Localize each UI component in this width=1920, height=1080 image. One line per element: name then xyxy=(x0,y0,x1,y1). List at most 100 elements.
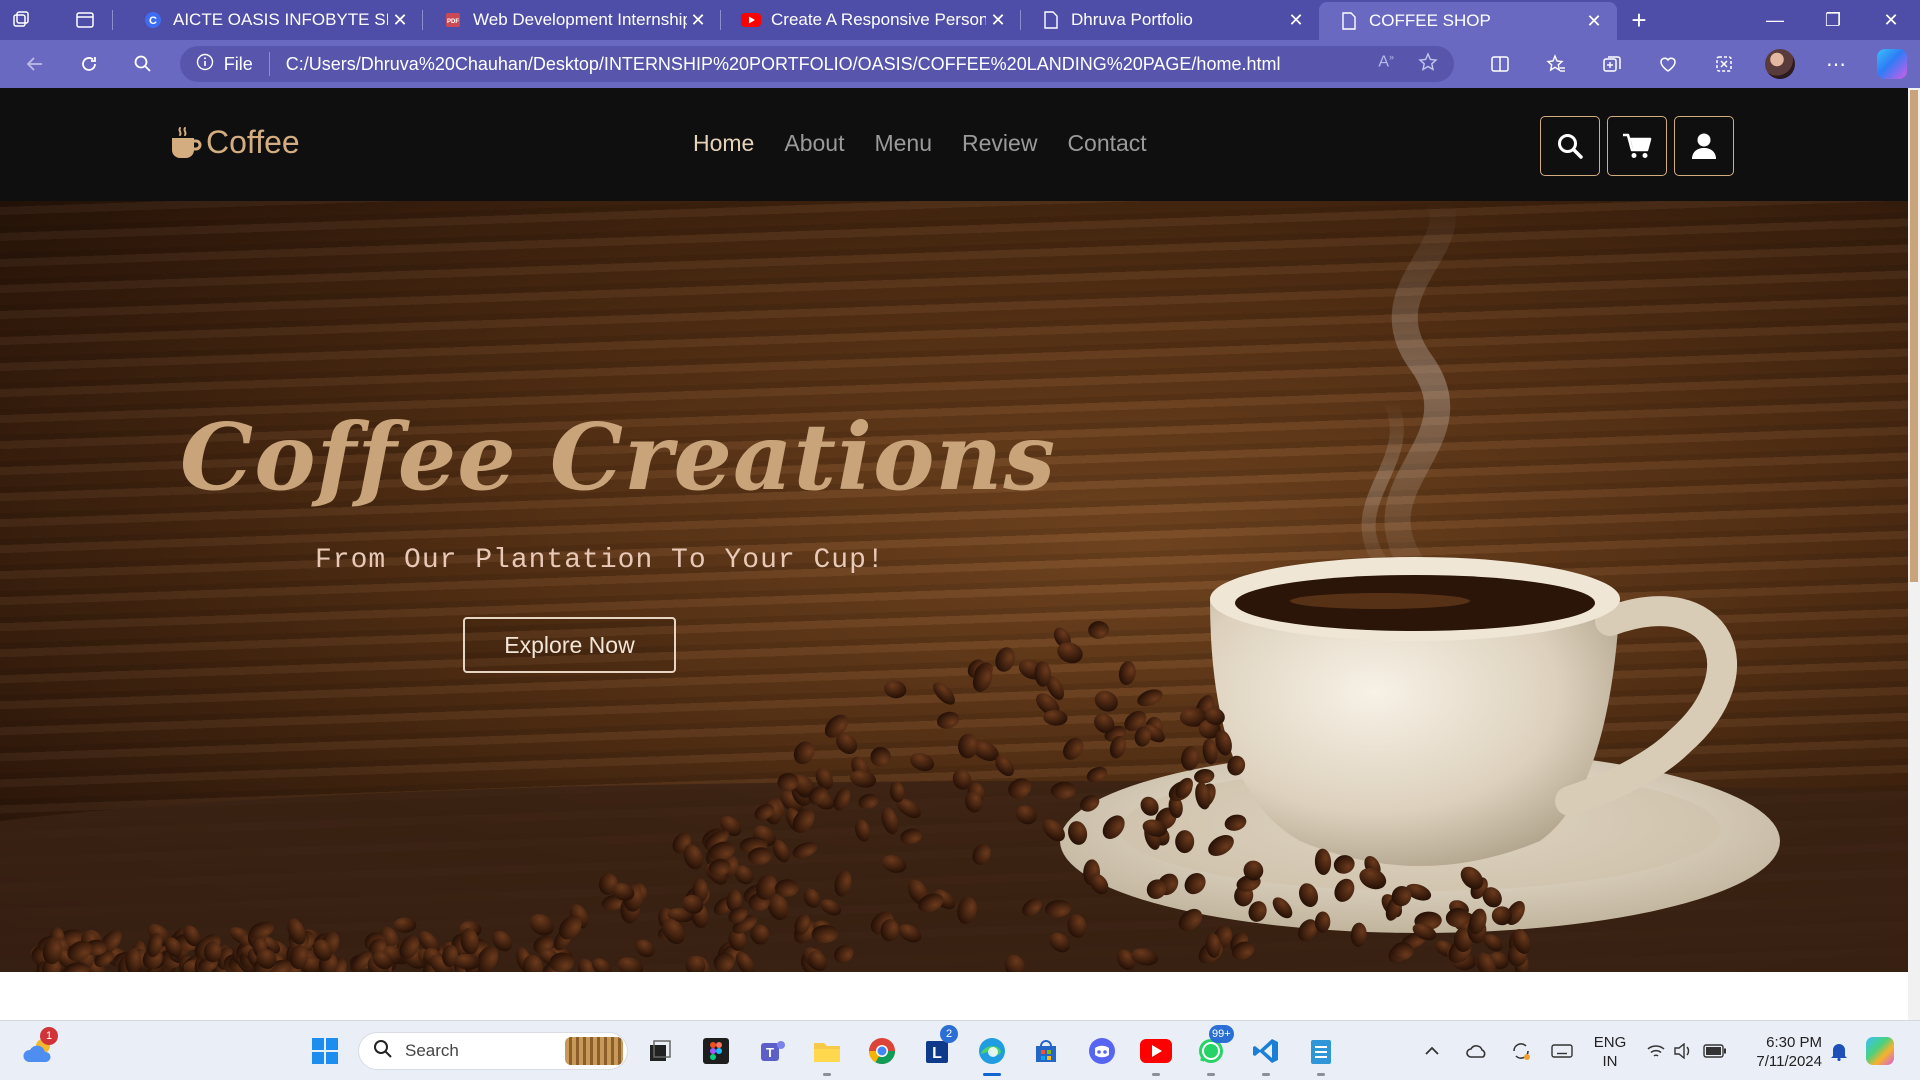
file-explorer-icon[interactable] xyxy=(807,1031,847,1076)
notification-badge: 1 xyxy=(40,1027,58,1045)
tab-title: Dhruva Portfolio xyxy=(1071,10,1193,29)
svg-text:PDF: PDF xyxy=(447,19,459,25)
new-tab-button[interactable]: + xyxy=(1617,0,1661,40)
figma-icon[interactable] xyxy=(696,1031,736,1071)
hero-section: Coffee Creations From Our Plantation To … xyxy=(0,201,1908,972)
battery-icon[interactable] xyxy=(1700,1031,1730,1071)
svg-text:C: C xyxy=(149,15,157,27)
split-screen-icon[interactable] xyxy=(1472,40,1528,88)
favorites-icon[interactable] xyxy=(1528,40,1584,88)
logo-text: Coffee xyxy=(206,124,300,160)
close-tab-icon[interactable]: ✕ xyxy=(1583,10,1605,32)
coffee-cup-icon xyxy=(172,126,202,158)
nav-home[interactable]: Home xyxy=(693,130,754,157)
active-indicator xyxy=(983,1073,1001,1076)
close-tab-icon[interactable]: ✕ xyxy=(1285,9,1307,31)
more-options-icon[interactable]: ⋯ xyxy=(1808,40,1864,88)
search-icon[interactable] xyxy=(116,40,170,88)
edge-browser-icon[interactable] xyxy=(972,1031,1012,1076)
keyboard-icon[interactable] xyxy=(1547,1031,1577,1071)
info-icon xyxy=(196,53,214,76)
tab-dhruva-portfolio[interactable]: Dhruva Portfolio ✕ xyxy=(1021,0,1319,40)
microsoft-store-icon[interactable] xyxy=(1026,1031,1066,1071)
url-text[interactable]: C:/Users/Dhruva%20Chauhan/Desktop/INTERN… xyxy=(270,54,1379,75)
show-hidden-icons-chevron-icon[interactable] xyxy=(1420,1031,1444,1071)
tab-youtube[interactable]: Create A Responsive Personal PC ✕ xyxy=(721,0,1021,40)
tab-title: Create A Responsive Personal PC xyxy=(771,10,986,29)
address-bar[interactable]: File C:/Users/Dhruva%20Chauhan/Desktop/I… xyxy=(179,46,1454,82)
nav-menu[interactable]: Menu xyxy=(874,130,932,157)
language-line1: ENG xyxy=(1593,1034,1627,1051)
user-icon[interactable] xyxy=(1674,116,1734,176)
nav-review[interactable]: Review xyxy=(962,130,1037,157)
scheme-label: File xyxy=(223,53,253,74)
search-icon xyxy=(373,1039,393,1064)
whatsapp-icon[interactable]: 99+ xyxy=(1191,1025,1234,1076)
running-indicator xyxy=(823,1073,831,1076)
tab-web-dev-internship[interactable]: PDF Web Development Internship Tas ✕ xyxy=(423,0,721,40)
header-icon-group xyxy=(1540,116,1734,176)
close-tab-icon[interactable]: ✕ xyxy=(987,9,1009,31)
clock-date: 7/11/2024 xyxy=(1756,1053,1822,1070)
tab-coffee-shop[interactable]: COFFEE SHOP ✕ xyxy=(1319,2,1617,40)
outlook-icon[interactable]: L2 xyxy=(918,1025,958,1071)
system-clock[interactable]: 6:30 PM 7/11/2024 xyxy=(1742,1033,1822,1071)
onedrive-icon[interactable] xyxy=(1462,1031,1492,1071)
hero-background-image xyxy=(0,201,1908,972)
profile-avatar[interactable] xyxy=(1752,40,1808,88)
scrollbar-thumb[interactable] xyxy=(1910,90,1918,582)
chrome-icon[interactable] xyxy=(862,1031,902,1071)
weather-widget-icon[interactable]: 1 xyxy=(20,1027,60,1071)
hero-title: Coffee Creations xyxy=(180,403,1057,511)
page-favicon xyxy=(1339,11,1359,31)
running-indicator xyxy=(1262,1073,1270,1076)
tab-aicte[interactable]: C AICTE OASIS INFOBYTE SIP TASK ✕ xyxy=(123,0,423,40)
start-button[interactable] xyxy=(305,1031,345,1071)
nav-about[interactable]: About xyxy=(784,130,844,157)
refresh-icon[interactable] xyxy=(62,40,116,88)
language-indicator[interactable]: ENG IN xyxy=(1590,1033,1630,1071)
wifi-icon[interactable] xyxy=(1643,1031,1669,1071)
search-icon[interactable] xyxy=(1540,116,1600,176)
close-window-button[interactable]: ✕ xyxy=(1862,0,1920,40)
vscode-icon[interactable] xyxy=(1246,1031,1286,1076)
running-indicator xyxy=(1152,1073,1160,1076)
nav-contact[interactable]: Contact xyxy=(1067,130,1146,157)
volume-icon[interactable] xyxy=(1670,1031,1696,1071)
collections-icon[interactable] xyxy=(1584,40,1640,88)
cart-icon[interactable] xyxy=(1607,116,1667,176)
taskbar-search[interactable]: Search xyxy=(358,1032,628,1070)
hero-subtitle: From Our Plantation To Your Cup! xyxy=(315,545,885,576)
close-tab-icon[interactable]: ✕ xyxy=(389,9,411,31)
minimize-button[interactable]: — xyxy=(1746,0,1804,40)
restore-button[interactable]: ❐ xyxy=(1804,0,1862,40)
notepad-icon[interactable] xyxy=(1301,1031,1341,1076)
workspaces-icon[interactable] xyxy=(0,0,42,40)
main-navigation: Home About Menu Review Contact xyxy=(693,130,1147,157)
back-icon[interactable] xyxy=(8,40,62,88)
browser-essentials-icon[interactable] xyxy=(1640,40,1696,88)
pdf-favicon: PDF xyxy=(443,10,463,30)
teams-icon[interactable]: T xyxy=(752,1031,792,1071)
copilot-taskbar-icon[interactable] xyxy=(1860,1031,1900,1071)
read-aloud-icon[interactable]: A» xyxy=(1378,52,1394,77)
svg-text:L: L xyxy=(932,1045,942,1062)
site-logo[interactable]: Coffee xyxy=(170,124,300,161)
tab-actions-icon[interactable] xyxy=(64,0,106,40)
site-info-button[interactable]: File xyxy=(196,52,270,76)
copilot-icon[interactable] xyxy=(1864,40,1920,88)
close-tab-icon[interactable]: ✕ xyxy=(687,9,709,31)
favorite-star-icon[interactable] xyxy=(1418,51,1438,77)
running-indicator xyxy=(1317,1073,1325,1076)
explore-now-button[interactable]: Explore Now xyxy=(463,617,676,673)
tab-title: Web Development Internship Tas xyxy=(473,10,688,29)
svg-text:T: T xyxy=(766,1045,774,1060)
task-view-icon[interactable] xyxy=(640,1031,680,1071)
page-scrollbar[interactable] xyxy=(1908,88,1920,1020)
screenshot-icon[interactable] xyxy=(1696,40,1752,88)
youtube-app-icon[interactable] xyxy=(1136,1031,1176,1076)
sync-icon[interactable] xyxy=(1506,1031,1536,1071)
discord-icon[interactable] xyxy=(1082,1031,1122,1071)
language-line2: IN xyxy=(1602,1053,1618,1070)
notification-bell-icon[interactable] xyxy=(1826,1031,1852,1071)
